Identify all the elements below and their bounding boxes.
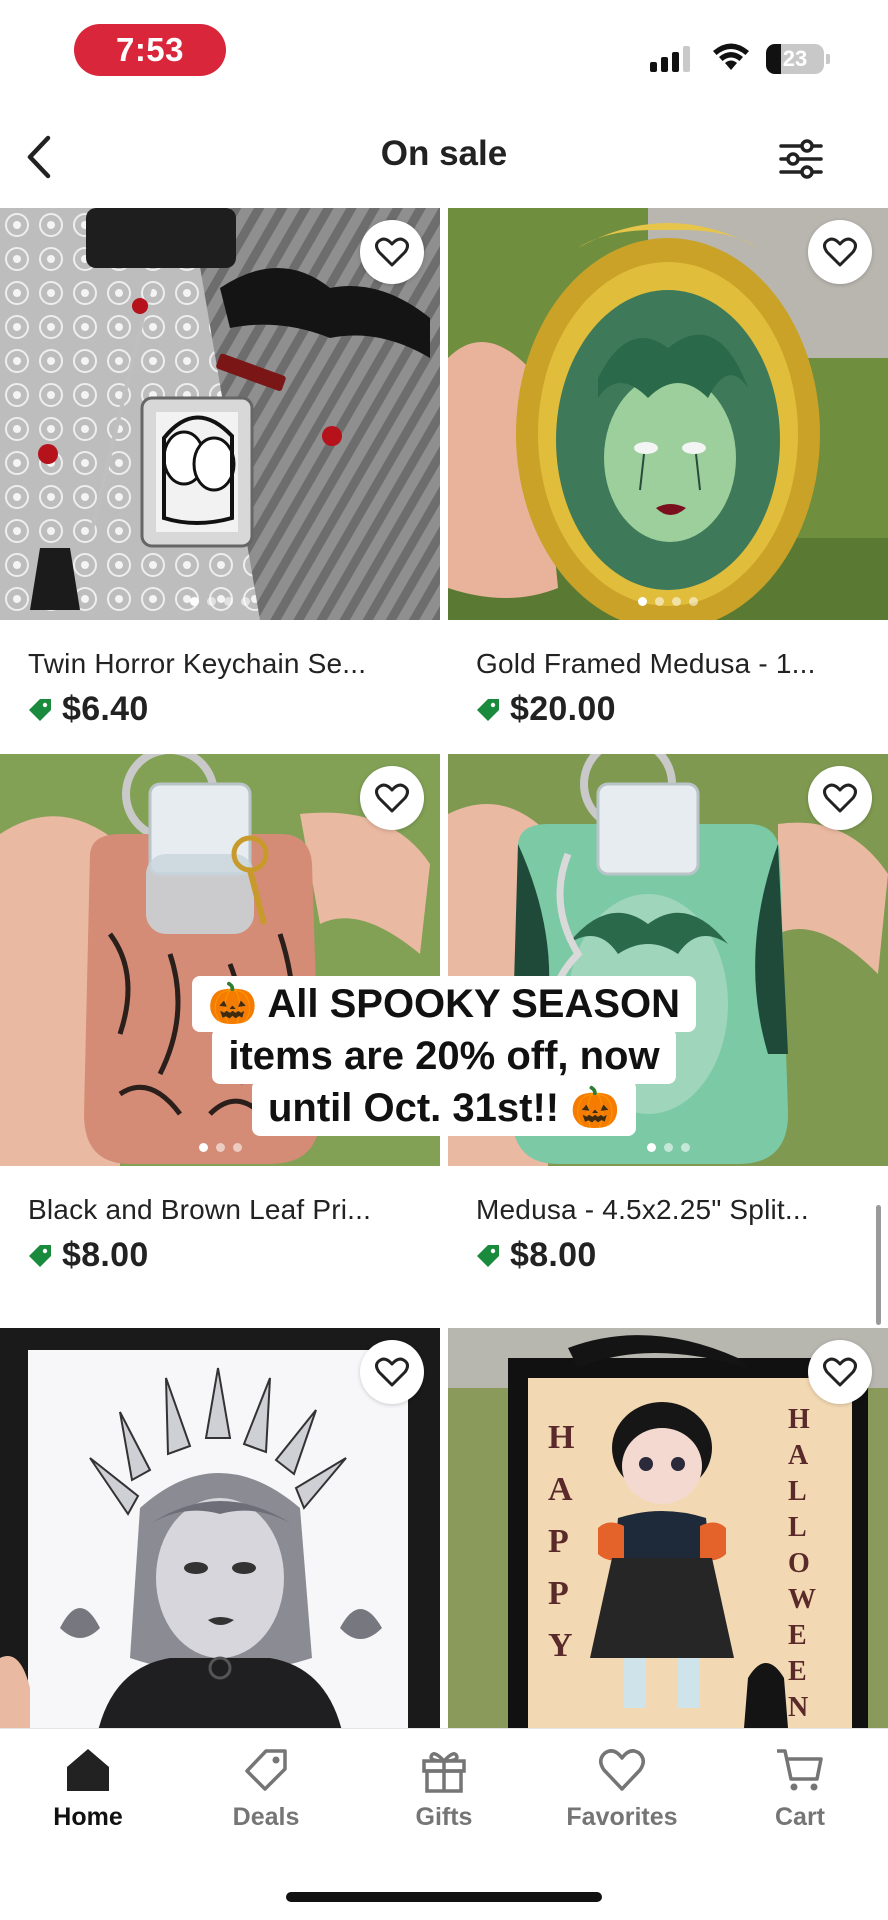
product-grid: Twin Horror Keychain Se... $6.40 Gold Fr… bbox=[0, 208, 888, 1728]
svg-text:N: N bbox=[788, 1692, 808, 1723]
battery-level: 23 bbox=[782, 46, 808, 71]
svg-text:L: L bbox=[788, 1476, 807, 1507]
page-title: On sale bbox=[380, 134, 508, 173]
product-price: $6.40 bbox=[62, 690, 149, 728]
caption-line: 🎃 All SPOOKY SEASON bbox=[191, 976, 697, 1032]
product-price: $8.00 bbox=[62, 1236, 149, 1274]
sliders-icon bbox=[779, 139, 823, 179]
header: On sale bbox=[0, 108, 888, 208]
favorite-button[interactable] bbox=[808, 220, 872, 284]
product-image[interactable] bbox=[0, 208, 440, 620]
filter-button[interactable] bbox=[776, 134, 826, 184]
product-image[interactable]: H A P P Y HAL LOW EEN bbox=[448, 1328, 888, 1728]
heart-icon bbox=[823, 237, 857, 267]
svg-text:P: P bbox=[548, 1575, 569, 1612]
svg-text:W: W bbox=[788, 1584, 816, 1615]
status-time: 7:53 bbox=[74, 24, 226, 76]
sale-tag-icon bbox=[477, 698, 499, 721]
svg-text:E: E bbox=[788, 1620, 807, 1651]
product-card[interactable]: H A P P Y HAL LOW EEN bbox=[448, 1328, 888, 1728]
sale-tag-icon bbox=[29, 698, 51, 721]
favorite-button[interactable] bbox=[360, 220, 424, 284]
nav-label: Deals bbox=[232, 1803, 300, 1831]
svg-text:Y: Y bbox=[548, 1627, 573, 1664]
product-title: Medusa - 4.5x2.25" Split... bbox=[476, 1194, 809, 1225]
svg-text:A: A bbox=[548, 1471, 573, 1508]
heart-icon bbox=[823, 783, 857, 813]
home-indicator[interactable] bbox=[286, 1892, 602, 1902]
caption-line: items are 20% off, now bbox=[212, 1028, 676, 1084]
nav-label: Home bbox=[53, 1803, 123, 1831]
product-price: $20.00 bbox=[510, 690, 616, 728]
product-card[interactable]: Twin Horror Keychain Se... $6.40 bbox=[0, 208, 440, 780]
gift-icon bbox=[422, 1752, 466, 1793]
caption-line: until Oct. 31st!! 🎃 bbox=[251, 1080, 637, 1136]
tag-icon bbox=[245, 1749, 287, 1791]
scrollbar[interactable] bbox=[876, 1205, 881, 1325]
status-bar: 7:53 23 bbox=[0, 0, 888, 100]
svg-text:H: H bbox=[788, 1404, 810, 1435]
heart-icon bbox=[375, 1357, 409, 1387]
svg-text:O: O bbox=[788, 1548, 810, 1579]
home-icon bbox=[67, 1749, 109, 1791]
svg-text:P: P bbox=[548, 1523, 569, 1560]
product-title: Twin Horror Keychain Se... bbox=[28, 648, 367, 679]
cellular-signal-icon bbox=[650, 46, 690, 72]
product-card[interactable] bbox=[0, 1328, 440, 1728]
promo-caption: 🎃 All SPOOKY SEASON items are 20% off, n… bbox=[0, 976, 888, 1136]
svg-text:E: E bbox=[788, 1656, 807, 1687]
nav-cart[interactable]: Cart bbox=[730, 1747, 870, 1867]
favorite-button[interactable] bbox=[360, 1340, 424, 1404]
svg-text:A: A bbox=[788, 1440, 809, 1471]
product-image[interactable] bbox=[0, 1328, 440, 1728]
heart-icon bbox=[375, 237, 409, 267]
svg-text:L: L bbox=[788, 1512, 807, 1543]
heart-icon bbox=[375, 783, 409, 813]
nav-label: Cart bbox=[774, 1803, 825, 1831]
product-image[interactable] bbox=[448, 208, 888, 620]
product-title: Black and Brown Leaf Pri... bbox=[28, 1194, 372, 1225]
wifi-icon bbox=[713, 43, 749, 70]
product-card[interactable]: Gold Framed Medusa - 1... $20.00 bbox=[448, 208, 888, 780]
product-price: $8.00 bbox=[510, 1236, 597, 1274]
sale-tag-icon bbox=[477, 1244, 499, 1267]
nav-home[interactable]: Home bbox=[18, 1747, 158, 1867]
nav-gifts[interactable]: Gifts bbox=[374, 1747, 514, 1867]
nav-label: Gifts bbox=[415, 1803, 473, 1831]
nav-deals[interactable]: Deals bbox=[196, 1747, 336, 1867]
heart-icon bbox=[599, 1749, 645, 1791]
favorite-button[interactable] bbox=[360, 766, 424, 830]
cart-icon bbox=[777, 1749, 823, 1791]
favorite-button[interactable] bbox=[808, 1340, 872, 1404]
art-letter: H bbox=[548, 1419, 574, 1456]
favorite-button[interactable] bbox=[808, 766, 872, 830]
sale-tag-icon bbox=[29, 1244, 51, 1267]
nav-favorites[interactable]: Favorites bbox=[552, 1747, 692, 1867]
nav-label: Favorites bbox=[566, 1803, 678, 1831]
battery-icon: 23 bbox=[766, 44, 824, 74]
heart-icon bbox=[823, 1357, 857, 1387]
product-title: Gold Framed Medusa - 1... bbox=[476, 648, 816, 679]
